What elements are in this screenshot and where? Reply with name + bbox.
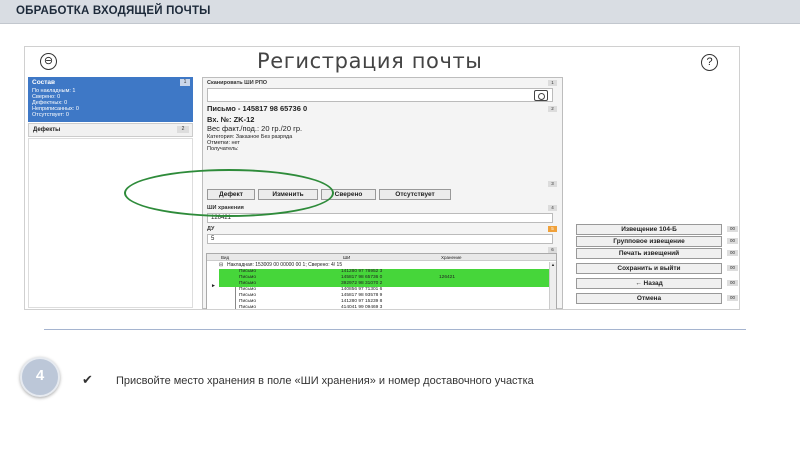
help-icon: ? <box>706 56 713 68</box>
letter-details-panel: Сканировать ШИ РПО 1 Письмо - 145817 98 … <box>202 77 563 309</box>
edit-button[interactable]: Изменить <box>258 189 318 200</box>
scan-input[interactable] <box>207 88 553 102</box>
actions-section-number: 3 <box>548 181 557 187</box>
defects-label: Дефекты <box>33 127 61 133</box>
app-window: ⊖ Регистрация почты ? Состав 1 По наклад… <box>24 46 740 310</box>
back-icon: ⊖ <box>43 55 54 67</box>
storage-section-number: 4 <box>548 205 557 211</box>
du-input[interactable]: 5 <box>207 234 553 244</box>
cancel-number: 00 <box>727 295 738 301</box>
app-title: Регистрация почты <box>257 49 483 73</box>
save-exit-button[interactable]: Сохранить и выйти <box>576 263 722 274</box>
group-notice-button[interactable]: Групповое извещение <box>576 236 722 247</box>
save-exit-number: 00 <box>727 265 738 271</box>
table-group-row[interactable]: ⊟ Накладная: 153009 00 00000 00 1; Свере… <box>207 262 553 269</box>
back-nav-button[interactable]: ← Назад <box>576 278 722 289</box>
left-panel-empty-area <box>28 138 193 308</box>
group-notice-number: 00 <box>727 238 738 244</box>
recipient-text: Получатель: <box>207 146 239 152</box>
scan-section-number: 1 <box>548 80 557 86</box>
current-row-pointer-icon: ► <box>211 283 216 289</box>
slide-header-title: ОБРАБОТКА ВХОДЯЩЕЙ ПОЧТЫ <box>16 5 211 17</box>
group-collapse-icon[interactable]: ⊟ <box>219 262 223 269</box>
composition-line: Отсутствует: 0 <box>32 112 69 118</box>
composition-number: 1 <box>180 79 190 86</box>
slide-divider <box>44 329 746 330</box>
du-section-number: 5 <box>548 226 557 232</box>
print-notices-number: 00 <box>727 250 738 256</box>
letters-table[interactable]: Вид ШИ Хранение ⊟ Накладная: 153009 00 0… <box>206 253 557 310</box>
composition-header: Состав <box>32 79 55 86</box>
storage-id-input[interactable]: 126421 <box>207 213 553 223</box>
step-number-badge: 4 <box>20 357 60 397</box>
defects-number: 2 <box>177 126 189 133</box>
help-button[interactable]: ? <box>701 54 718 71</box>
table-scrollbar[interactable]: ▲ ▼ <box>549 262 556 309</box>
check-icon: ✔ <box>82 372 93 387</box>
notice-104b-number: 00 <box>727 226 738 232</box>
letter-section-number: 2 <box>548 106 557 112</box>
cancel-button[interactable]: Отмена <box>576 293 722 304</box>
storage-label: ШИ хранения <box>207 205 244 211</box>
slide-header: ОБРАБОТКА ВХОДЯЩЕЙ ПОЧТЫ <box>0 0 800 24</box>
scroll-up-icon[interactable]: ▲ <box>550 262 556 267</box>
defect-button[interactable]: Дефект <box>207 189 255 200</box>
defects-panel[interactable]: Дефекты 2 <box>28 123 193 137</box>
letter-title: Письмо - 145817 98 65736 0 <box>207 104 308 113</box>
notice-104b-button[interactable]: Извещение 104-Б <box>576 224 722 235</box>
back-button[interactable]: ⊖ <box>40 53 57 70</box>
scan-label: Сканировать ШИ РПО <box>207 80 268 86</box>
step-instruction: Присвойте место хранения в поле «ШИ хран… <box>116 375 534 387</box>
composition-panel[interactable]: Состав 1 По накладным: 1 Сверено: 0 Дефе… <box>28 77 193 122</box>
column-header-storage: Хранение <box>441 255 462 260</box>
weight-text: Вес факт./под.: 20 гр./20 гр. <box>207 124 303 133</box>
row-id: 414041 99 09469 3 <box>341 305 383 310</box>
du-label: ДУ <box>207 226 215 232</box>
absent-button[interactable]: Отсутствует <box>379 189 451 200</box>
column-header-type: Вид <box>221 255 230 260</box>
row-type: Письмо <box>239 305 256 310</box>
app-title-bar: ⊖ Регистрация почты ? <box>25 47 739 75</box>
column-header-id: ШИ <box>343 255 351 260</box>
camera-icon[interactable] <box>534 90 548 101</box>
incoming-number: Вх. №: ZK-12 <box>207 115 255 124</box>
table-row[interactable]: Письмо 414041 99 09469 3 <box>219 305 553 310</box>
table-header: Вид ШИ Хранение <box>207 254 556 261</box>
group-row-text: Накладная: 153009 00 00000 00 1; Сверено… <box>227 262 343 268</box>
print-notices-button[interactable]: Печать извещений <box>576 248 722 259</box>
verified-button[interactable]: Сверено <box>321 189 376 200</box>
back-nav-number: 00 <box>727 280 738 286</box>
